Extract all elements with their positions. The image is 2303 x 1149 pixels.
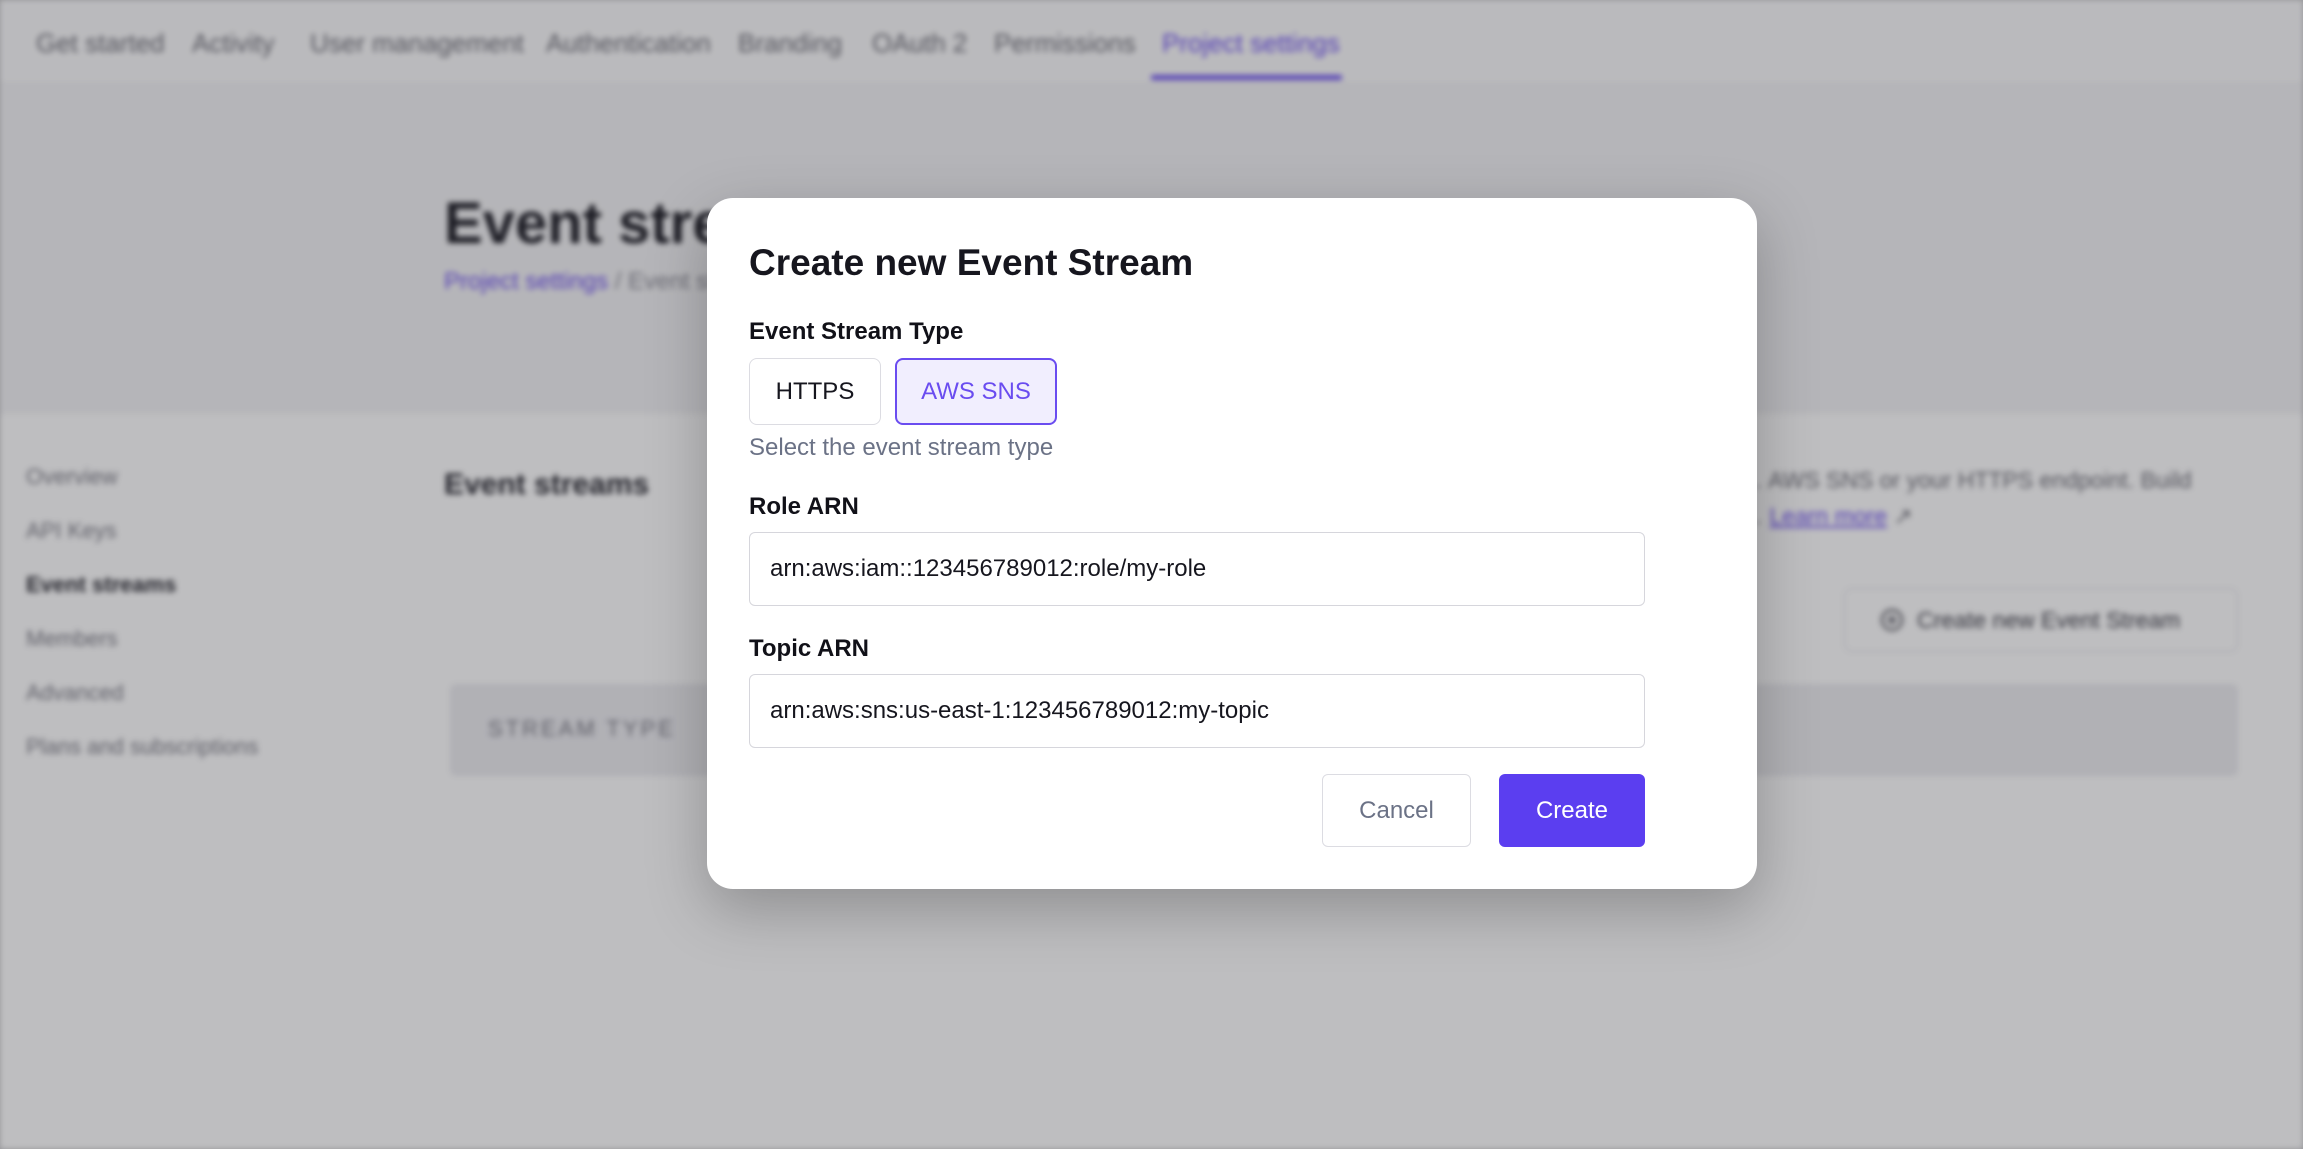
- type-option-aws-sns[interactable]: AWS SNS: [895, 358, 1057, 425]
- cancel-button[interactable]: Cancel: [1322, 774, 1471, 847]
- type-option-https[interactable]: HTTPS: [749, 358, 881, 425]
- topic-arn-input[interactable]: [749, 674, 1645, 748]
- create-event-stream-dialog: Create new Event Stream Event Stream Typ…: [707, 198, 1757, 889]
- role-arn-label: Role ARN: [749, 493, 859, 520]
- event-stream-type-label: Event Stream Type: [749, 318, 964, 345]
- event-stream-type-hint: Select the event stream type: [749, 434, 1054, 461]
- dialog-title: Create new Event Stream: [749, 242, 1194, 283]
- role-arn-input[interactable]: [749, 532, 1645, 606]
- create-button[interactable]: Create: [1499, 774, 1645, 847]
- page: Get started Activity User management Aut…: [0, 0, 2303, 1149]
- topic-arn-label: Topic ARN: [749, 635, 869, 662]
